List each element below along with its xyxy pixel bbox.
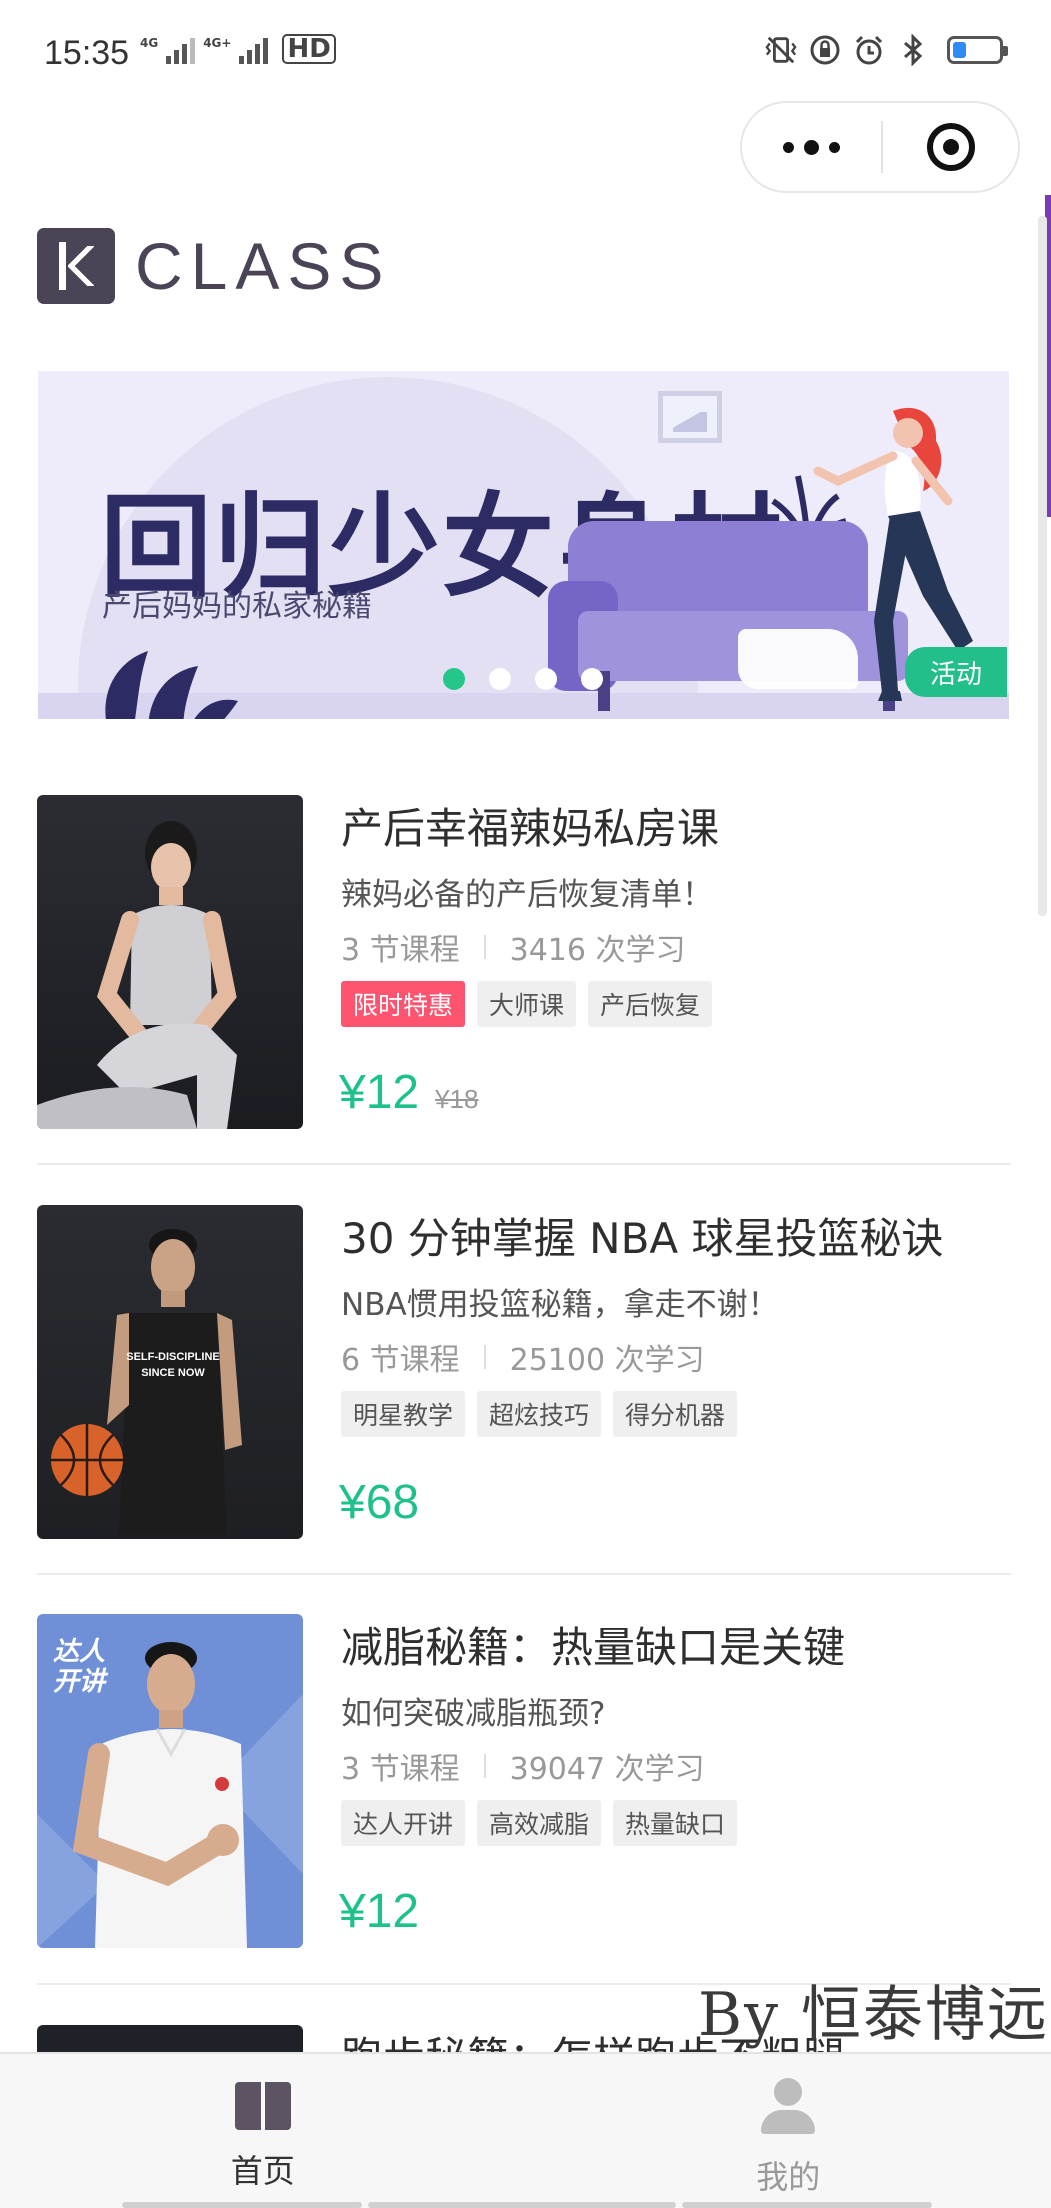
picture-frame-illustration [658,391,722,443]
rotation-lock-icon [809,34,841,66]
fitness-trainer-photo: 达人 开讲 [37,1637,303,1948]
meta-separator [483,1754,486,1778]
meta-separator [483,1345,486,1369]
activity-badge: 活动 [905,647,1007,697]
course-meta: 3 节课程 3416 次学习 [341,925,686,969]
tab-label: 首页 [230,2152,295,2190]
tab-bar: 首页 我的 [0,2052,1051,2208]
price-original: ¥18 [435,1084,479,1114]
home-indicator [682,2202,932,2208]
learner-count: 3416 次学习 [509,933,686,968]
course-thumbnail[interactable] [37,2025,303,2055]
course-card[interactable]: 产后幸福辣妈私房课 辣妈必备的产后恢复清单！ 3 节课程 3416 次学习 限时… [37,795,1011,1205]
home-indicator [122,2202,362,2208]
course-desc: NBA惯用投篮秘籍，拿走不谢！ [341,1287,779,1323]
list-divider [37,1163,1011,1165]
lesson-count: 3 节课程 [341,933,460,968]
thumb-label-2: 开讲 [53,1667,109,1697]
kclass-logo: CLASS [37,228,391,304]
course-desc: 辣妈必备的产后恢复清单！ [341,877,713,913]
carousel-dot[interactable] [581,668,603,690]
tab-mine[interactable]: 我的 [526,2054,1051,2208]
miniprogram-capsule [740,101,1020,193]
hd-badge: HD [282,34,336,64]
course-card[interactable]: 达人 开讲 减脂秘籍：热量缺口是关键 如何突破减脂瓶颈? 3 节课程 39047… [37,1614,1011,2024]
network-status: 4G 4G+ HD [140,34,336,64]
course-desc: 如何突破减脂瓶颈? [341,1696,606,1732]
course-tag: 达人开讲 [341,1800,466,1846]
tab-label: 我的 [756,2158,821,2196]
thumb-label-1: 达人 [53,1637,105,1667]
scrollbar[interactable] [1038,216,1047,916]
price-current: ¥12 [339,1885,420,1938]
learner-count: 39047 次学习 [509,1752,705,1787]
course-title: 产后幸福辣妈私房课 [341,804,720,853]
course-tag: 产后恢复 [588,981,713,1027]
home-indicator [368,2202,676,2208]
course-title: 减脂秘籍：热量缺口是关键 [341,1623,846,1672]
signal-icon [239,36,269,64]
course-tags: 达人开讲 高效减脂 热量缺口 [341,1800,738,1846]
carousel-dot[interactable] [443,668,465,690]
status-icons [765,34,1008,66]
tab-home[interactable]: 首页 [0,2054,526,2208]
banner-subtitle: 产后妈妈的私家秘籍 [102,589,372,624]
course-tags: 明星教学 超炫技巧 得分机器 [341,1391,738,1437]
leaves-illustration [105,651,238,719]
logo-text: CLASS [135,229,392,303]
status-time: 15:35 [44,34,130,72]
course-price: ¥12 [339,1884,419,1939]
course-tag: 大师课 [477,981,577,1027]
course-tag: 高效减脂 [477,1800,602,1846]
alarm-icon [853,34,885,66]
status-bar: 15:35 4G 4G+ HD [0,0,1051,100]
jersey-text-1: SELF-DISCIPLINE [126,1351,220,1363]
signal-icon [166,36,196,64]
learner-count: 25100 次学习 [509,1343,705,1378]
battery-icon [947,36,1008,64]
logo-mark [37,228,115,304]
course-tag: 热量缺口 [613,1800,738,1846]
vibrate-icon [765,34,797,66]
course-thumbnail: SELF-DISCIPLINE SINCE NOW [37,1205,303,1539]
course-tag-sale: 限时特惠 [341,981,466,1027]
carousel-dot[interactable] [535,668,557,690]
course-price: ¥68 [339,1475,419,1530]
bluetooth-icon [897,34,929,66]
price-current: ¥12 [339,1066,420,1119]
course-meta: 6 节课程 25100 次学习 [341,1335,705,1379]
lesson-count: 3 节课程 [341,1752,460,1787]
basketball-player-photo: SELF-DISCIPLINE SINCE NOW [51,1229,242,1535]
more-dots-icon[interactable] [742,103,881,191]
price-current: ¥68 [339,1476,420,1529]
battery-level [953,42,966,58]
jersey-text-2: SINCE NOW [141,1367,205,1379]
woman-yoga-photo [37,821,237,1129]
course-tag: 得分机器 [613,1391,738,1437]
network-type-2: 4G+ [203,36,232,50]
carousel-dots [443,668,603,690]
course-price: ¥12 ¥18 [339,1065,478,1120]
user-icon [759,2078,817,2136]
course-thumbnail: 达人 开讲 [37,1614,303,1948]
network-type-1: 4G [140,36,159,50]
course-card[interactable]: SELF-DISCIPLINE SINCE NOW 30 分钟掌握 NBA 球星… [37,1205,1011,1615]
carousel-dot[interactable] [489,668,511,690]
course-tags: 限时特惠 大师课 产后恢复 [341,981,713,1027]
meta-separator [483,935,486,959]
book-icon [234,2078,291,2130]
course-tag: 明星教学 [341,1391,466,1437]
course-tag: 超炫技巧 [477,1391,602,1437]
target-close-icon[interactable] [883,103,1018,191]
lesson-count: 6 节课程 [341,1343,460,1378]
course-thumbnail [37,795,303,1129]
course-meta: 3 节课程 39047 次学习 [341,1744,705,1788]
watermark: By 恒泰博远 [698,1980,1050,2050]
list-divider [37,1573,1011,1575]
promo-banner[interactable]: 回归少女身材 产后妈妈的私家秘籍 活动 [38,371,1009,719]
course-title: 30 分钟掌握 NBA 球星投篮秘诀 [341,1214,944,1263]
